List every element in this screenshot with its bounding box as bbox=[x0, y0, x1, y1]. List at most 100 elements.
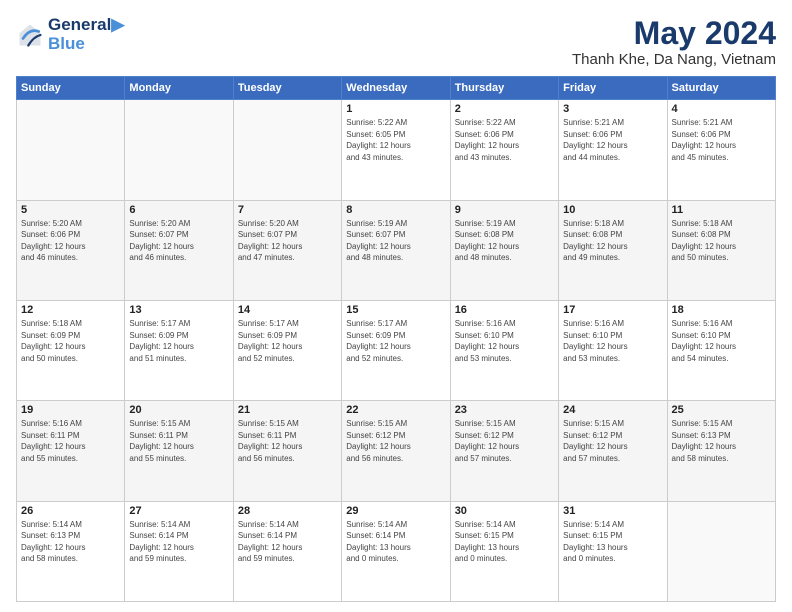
day-info: Sunrise: 5:22 AM Sunset: 6:05 PM Dayligh… bbox=[346, 117, 445, 163]
day-cell: 31 Sunrise: 5:14 AM Sunset: 6:15 PM Dayli… bbox=[559, 501, 667, 601]
day-number: 24 bbox=[563, 404, 662, 416]
day-number: 29 bbox=[346, 505, 445, 517]
day-cell: 23 Sunrise: 5:15 AM Sunset: 6:12 PM Dayli… bbox=[450, 401, 558, 501]
day-cell: 29 Sunrise: 5:14 AM Sunset: 6:14 PM Dayli… bbox=[342, 501, 450, 601]
header: General▶ Blue May 2024 Thanh Khe, Da Nan… bbox=[16, 16, 776, 68]
day-cell bbox=[17, 100, 125, 200]
day-cell: 19Sunrise: 5:16 AM Sunset: 6:11 PM Dayli… bbox=[17, 401, 125, 501]
day-info: Sunrise: 5:19 AM Sunset: 6:07 PM Dayligh… bbox=[346, 218, 445, 264]
day-number: 13 bbox=[129, 304, 228, 316]
day-info: Sunrise: 5:16 AM Sunset: 6:11 PM Dayligh… bbox=[21, 418, 120, 464]
day-info: Sunrise: 5:15 AM Sunset: 6:12 PM Dayligh… bbox=[455, 418, 554, 464]
day-cell: 15 Sunrise: 5:17 AM Sunset: 6:09 PM Dayli… bbox=[342, 300, 450, 400]
day-cell: 30 Sunrise: 5:14 AM Sunset: 6:15 PM Dayli… bbox=[450, 501, 558, 601]
day-cell: 18Sunrise: 5:16 AM Sunset: 6:10 PM Dayli… bbox=[667, 300, 775, 400]
day-info: Sunrise: 5:18 AM Sunset: 6:08 PM Dayligh… bbox=[672, 218, 771, 264]
day-number: 30 bbox=[455, 505, 554, 517]
logo: General▶ Blue bbox=[16, 16, 124, 53]
day-number: 28 bbox=[238, 505, 337, 517]
day-header-monday: Monday bbox=[125, 77, 233, 100]
day-cell bbox=[667, 501, 775, 601]
day-info: Sunrise: 5:20 AM Sunset: 6:07 PM Dayligh… bbox=[129, 218, 228, 264]
header-row: SundayMondayTuesdayWednesdayThursdayFrid… bbox=[17, 77, 776, 100]
day-number: 17 bbox=[563, 304, 662, 316]
day-info: Sunrise: 5:17 AM Sunset: 6:09 PM Dayligh… bbox=[346, 318, 445, 364]
day-cell: 7Sunrise: 5:20 AM Sunset: 6:07 PM Daylig… bbox=[233, 200, 341, 300]
day-number: 26 bbox=[21, 505, 120, 517]
day-info: Sunrise: 5:17 AM Sunset: 6:09 PM Dayligh… bbox=[238, 318, 337, 364]
day-info: Sunrise: 5:14 AM Sunset: 6:13 PM Dayligh… bbox=[21, 519, 120, 565]
day-cell: 25 Sunrise: 5:15 AM Sunset: 6:13 PM Dayli… bbox=[667, 401, 775, 501]
week-row-4: 19Sunrise: 5:16 AM Sunset: 6:11 PM Dayli… bbox=[17, 401, 776, 501]
day-info: Sunrise: 5:15 AM Sunset: 6:12 PM Dayligh… bbox=[563, 418, 662, 464]
day-cell: 20 Sunrise: 5:15 AM Sunset: 6:11 PM Dayli… bbox=[125, 401, 233, 501]
day-cell bbox=[125, 100, 233, 200]
week-row-2: 5 Sunrise: 5:20 AM Sunset: 6:06 PM Daylig… bbox=[17, 200, 776, 300]
day-number: 16 bbox=[455, 304, 554, 316]
day-info: Sunrise: 5:16 AM Sunset: 6:10 PM Dayligh… bbox=[563, 318, 662, 364]
day-cell: 2 Sunrise: 5:22 AM Sunset: 6:06 PM Daylig… bbox=[450, 100, 558, 200]
day-cell: 5 Sunrise: 5:20 AM Sunset: 6:06 PM Daylig… bbox=[17, 200, 125, 300]
day-number: 8 bbox=[346, 204, 445, 216]
calendar-page: General▶ Blue May 2024 Thanh Khe, Da Nan… bbox=[0, 0, 792, 612]
day-info: Sunrise: 5:19 AM Sunset: 6:08 PM Dayligh… bbox=[455, 218, 554, 264]
day-number: 5 bbox=[21, 204, 120, 216]
day-cell: 21 Sunrise: 5:15 AM Sunset: 6:11 PM Dayli… bbox=[233, 401, 341, 501]
day-number: 20 bbox=[129, 404, 228, 416]
day-number: 25 bbox=[672, 404, 771, 416]
day-header-thursday: Thursday bbox=[450, 77, 558, 100]
day-number: 9 bbox=[455, 204, 554, 216]
day-number: 6 bbox=[129, 204, 228, 216]
week-row-5: 26 Sunrise: 5:14 AM Sunset: 6:13 PM Dayli… bbox=[17, 501, 776, 601]
title-block: May 2024 Thanh Khe, Da Nang, Vietnam bbox=[572, 16, 776, 68]
day-info: Sunrise: 5:15 AM Sunset: 6:11 PM Dayligh… bbox=[238, 418, 337, 464]
day-cell: 22Sunrise: 5:15 AM Sunset: 6:12 PM Dayli… bbox=[342, 401, 450, 501]
day-header-sunday: Sunday bbox=[17, 77, 125, 100]
day-cell: 24 Sunrise: 5:15 AM Sunset: 6:12 PM Dayli… bbox=[559, 401, 667, 501]
day-info: Sunrise: 5:14 AM Sunset: 6:14 PM Dayligh… bbox=[129, 519, 228, 565]
day-info: Sunrise: 5:14 AM Sunset: 6:14 PM Dayligh… bbox=[238, 519, 337, 565]
day-number: 10 bbox=[563, 204, 662, 216]
day-cell: 14 Sunrise: 5:17 AM Sunset: 6:09 PM Dayli… bbox=[233, 300, 341, 400]
subtitle: Thanh Khe, Da Nang, Vietnam bbox=[572, 51, 776, 68]
day-cell: 27 Sunrise: 5:14 AM Sunset: 6:14 PM Dayli… bbox=[125, 501, 233, 601]
day-cell: 1Sunrise: 5:22 AM Sunset: 6:05 PM Daylig… bbox=[342, 100, 450, 200]
day-info: Sunrise: 5:16 AM Sunset: 6:10 PM Dayligh… bbox=[455, 318, 554, 364]
day-info: Sunrise: 5:20 AM Sunset: 6:07 PM Dayligh… bbox=[238, 218, 337, 264]
main-title: May 2024 bbox=[572, 16, 776, 51]
day-info: Sunrise: 5:22 AM Sunset: 6:06 PM Dayligh… bbox=[455, 117, 554, 163]
day-header-tuesday: Tuesday bbox=[233, 77, 341, 100]
day-number: 15 bbox=[346, 304, 445, 316]
day-cell: 4Sunrise: 5:21 AM Sunset: 6:06 PM Daylig… bbox=[667, 100, 775, 200]
day-cell: 17 Sunrise: 5:16 AM Sunset: 6:10 PM Dayli… bbox=[559, 300, 667, 400]
day-number: 31 bbox=[563, 505, 662, 517]
day-info: Sunrise: 5:14 AM Sunset: 6:15 PM Dayligh… bbox=[563, 519, 662, 565]
day-cell: 9 Sunrise: 5:19 AM Sunset: 6:08 PM Daylig… bbox=[450, 200, 558, 300]
day-info: Sunrise: 5:21 AM Sunset: 6:06 PM Dayligh… bbox=[563, 117, 662, 163]
day-info: Sunrise: 5:18 AM Sunset: 6:08 PM Dayligh… bbox=[563, 218, 662, 264]
day-number: 11 bbox=[672, 204, 771, 216]
day-info: Sunrise: 5:14 AM Sunset: 6:14 PM Dayligh… bbox=[346, 519, 445, 565]
day-cell: 28 Sunrise: 5:14 AM Sunset: 6:14 PM Dayli… bbox=[233, 501, 341, 601]
week-row-1: 1Sunrise: 5:22 AM Sunset: 6:05 PM Daylig… bbox=[17, 100, 776, 200]
day-cell: 10 Sunrise: 5:18 AM Sunset: 6:08 PM Dayli… bbox=[559, 200, 667, 300]
logo-text: General▶ Blue bbox=[48, 16, 124, 53]
day-cell: 16 Sunrise: 5:16 AM Sunset: 6:10 PM Dayli… bbox=[450, 300, 558, 400]
calendar-table: SundayMondayTuesdayWednesdayThursdayFrid… bbox=[16, 76, 776, 602]
day-info: Sunrise: 5:15 AM Sunset: 6:13 PM Dayligh… bbox=[672, 418, 771, 464]
day-number: 21 bbox=[238, 404, 337, 416]
day-number: 18 bbox=[672, 304, 771, 316]
day-number: 23 bbox=[455, 404, 554, 416]
day-number: 22 bbox=[346, 404, 445, 416]
day-info: Sunrise: 5:15 AM Sunset: 6:11 PM Dayligh… bbox=[129, 418, 228, 464]
day-info: Sunrise: 5:20 AM Sunset: 6:06 PM Dayligh… bbox=[21, 218, 120, 264]
day-info: Sunrise: 5:21 AM Sunset: 6:06 PM Dayligh… bbox=[672, 117, 771, 163]
day-cell: 8 Sunrise: 5:19 AM Sunset: 6:07 PM Daylig… bbox=[342, 200, 450, 300]
day-number: 2 bbox=[455, 103, 554, 115]
day-cell: 11 Sunrise: 5:18 AM Sunset: 6:08 PM Dayli… bbox=[667, 200, 775, 300]
day-info: Sunrise: 5:17 AM Sunset: 6:09 PM Dayligh… bbox=[129, 318, 228, 364]
day-info: Sunrise: 5:14 AM Sunset: 6:15 PM Dayligh… bbox=[455, 519, 554, 565]
day-cell: 3Sunrise: 5:21 AM Sunset: 6:06 PM Daylig… bbox=[559, 100, 667, 200]
day-number: 14 bbox=[238, 304, 337, 316]
day-number: 27 bbox=[129, 505, 228, 517]
